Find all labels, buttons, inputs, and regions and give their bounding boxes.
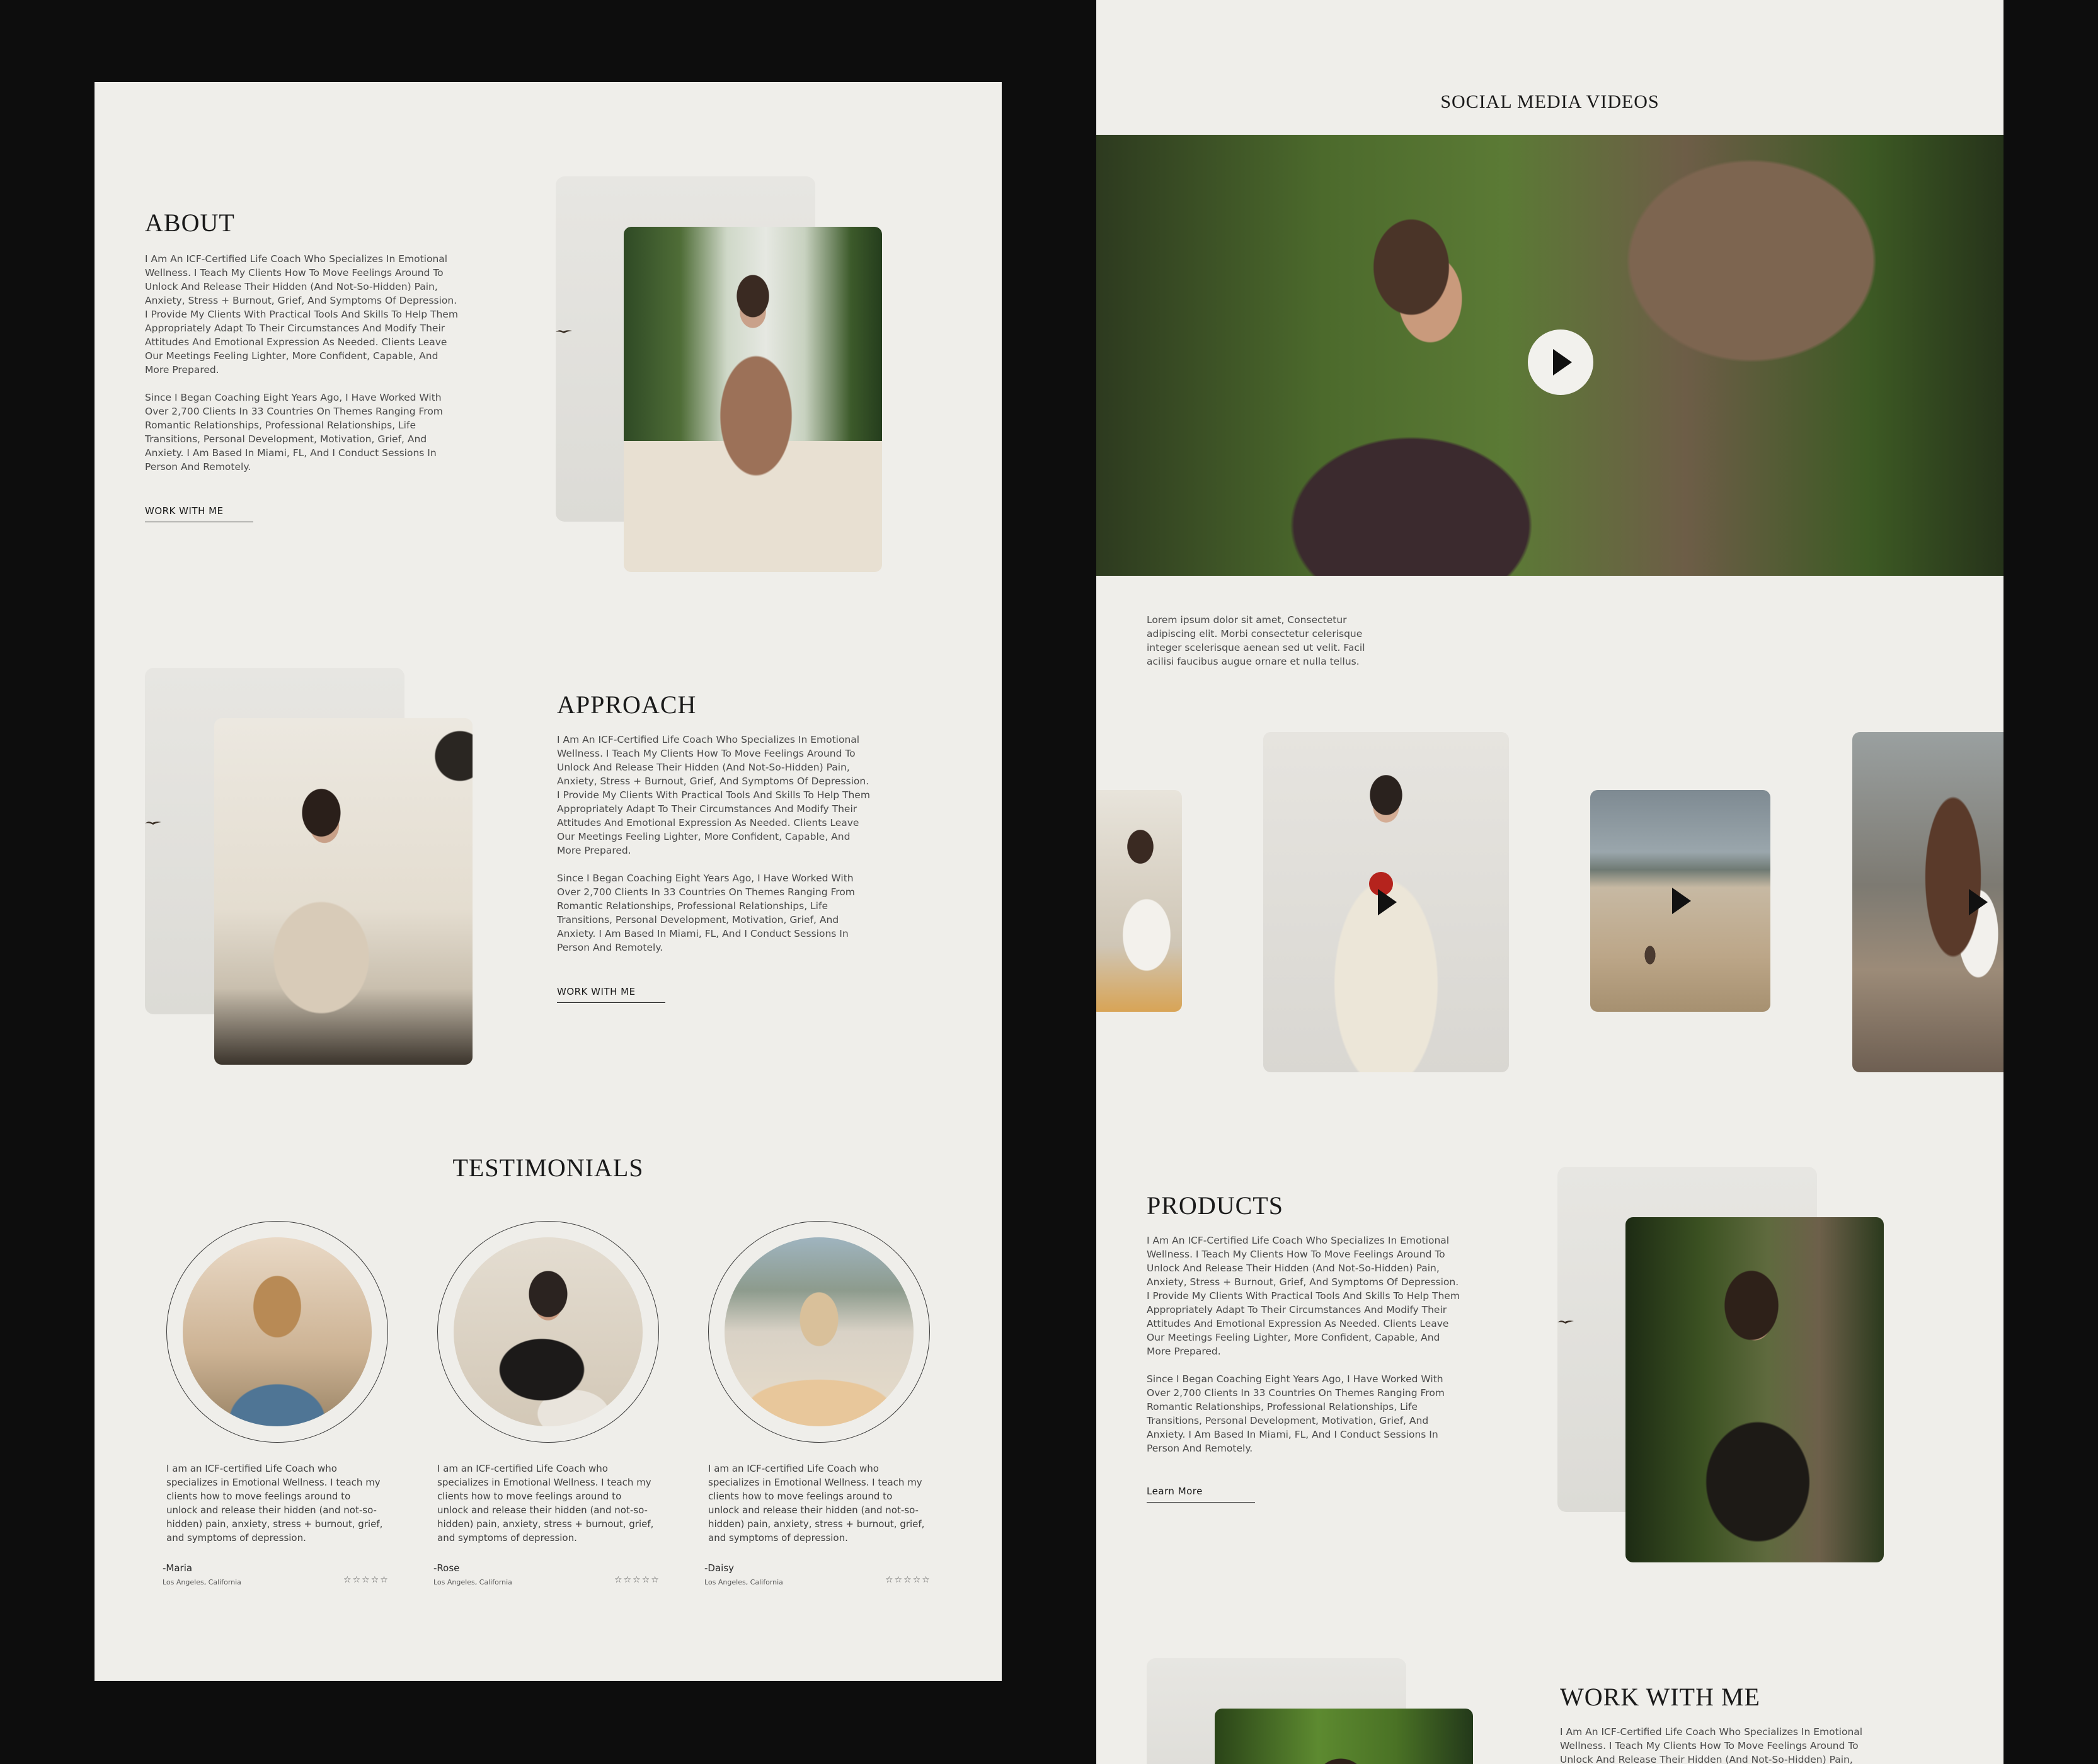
video-thumbnail[interactable]	[1590, 790, 1770, 1012]
social-videos-title: SOCIAL MEDIA VIDEOS	[1440, 91, 1659, 112]
work-with-me-paragraph-1: I Am An ICF-Certified Life Coach Who Spe…	[1560, 1726, 1863, 1764]
testimonial-rating-stars: ☆☆☆☆☆	[343, 1575, 389, 1585]
bird-icon	[556, 330, 572, 333]
about-title: ABOUT	[145, 209, 235, 237]
right-page: SOCIAL MEDIA VIDEOS Lorem ipsum dolor si…	[1096, 0, 2003, 1764]
play-icon	[1553, 349, 1572, 375]
testimonial-avatar-daisy	[725, 1237, 914, 1426]
approach-paragraph-2: Since I Began Coaching Eight Years Ago, …	[557, 873, 855, 953]
video-thumbnail[interactable]	[1263, 732, 1509, 1072]
testimonial-author-location: Los Angeles, California	[704, 1578, 783, 1586]
testimonial-author-location: Los Angeles, California	[163, 1578, 241, 1586]
testimonial-author-name: -Maria	[163, 1562, 193, 1574]
video-thumbnail[interactable]	[1096, 790, 1182, 1012]
play-icon	[1378, 889, 1397, 915]
about-work-with-me-link[interactable]: WORK WITH ME	[145, 505, 253, 522]
work-portrait-photo	[1215, 1709, 1473, 1764]
approach-paragraph-1: I Am An ICF-Certified Life Coach Who Spe…	[557, 734, 870, 856]
bird-icon	[145, 822, 161, 825]
play-icon	[1672, 888, 1691, 914]
approach-title: APPROACH	[557, 690, 697, 719]
testimonial-rating-stars: ☆☆☆☆☆	[614, 1575, 660, 1585]
hero-video[interactable]	[1096, 135, 2003, 576]
play-icon	[1969, 889, 1988, 915]
testimonial-author-location: Los Angeles, California	[433, 1578, 512, 1586]
products-portrait-photo	[1625, 1217, 1884, 1562]
bird-icon	[1557, 1320, 1574, 1324]
products-paragraph-1: I Am An ICF-Certified Life Coach Who Spe…	[1147, 1235, 1460, 1357]
approach-portrait-photo	[214, 718, 473, 1065]
testimonial-avatar-rose	[454, 1237, 643, 1426]
testimonial-author-name: -Rose	[433, 1562, 460, 1574]
left-page: ABOUT I Am An ICF-Certified Life Coach W…	[95, 82, 1002, 1681]
testimonial-author-name: -Daisy	[704, 1562, 735, 1574]
testimonials-title: TESTIMONIALS	[452, 1154, 644, 1182]
work-with-me-title: WORK WITH ME	[1560, 1683, 1760, 1711]
play-button[interactable]	[1528, 329, 1593, 395]
testimonial-text: I am an ICF-certified Life Coach who spe…	[437, 1463, 654, 1544]
video-thumbnail[interactable]	[1852, 732, 2003, 1072]
testimonial-avatar-maria	[183, 1237, 372, 1426]
products-paragraph-2: Since I Began Coaching Eight Years Ago, …	[1147, 1373, 1445, 1454]
testimonial-text: I am an ICF-certified Life Coach who spe…	[708, 1463, 925, 1544]
about-portrait-photo	[624, 227, 882, 572]
testimonial-text: I am an ICF-certified Life Coach who spe…	[166, 1463, 383, 1544]
products-title: PRODUCTS	[1147, 1191, 1283, 1220]
testimonial-rating-stars: ☆☆☆☆☆	[885, 1575, 931, 1585]
products-learn-more-link[interactable]: Learn More	[1147, 1486, 1255, 1503]
about-paragraph-1: I Am An ICF-Certified Life Coach Who Spe…	[145, 253, 458, 375]
about-paragraph-2: Since I Began Coaching Eight Years Ago, …	[145, 392, 443, 472]
social-description: Lorem ipsum dolor sit amet, Consectetur …	[1147, 614, 1365, 667]
approach-work-with-me-link[interactable]: WORK WITH ME	[557, 986, 665, 1003]
